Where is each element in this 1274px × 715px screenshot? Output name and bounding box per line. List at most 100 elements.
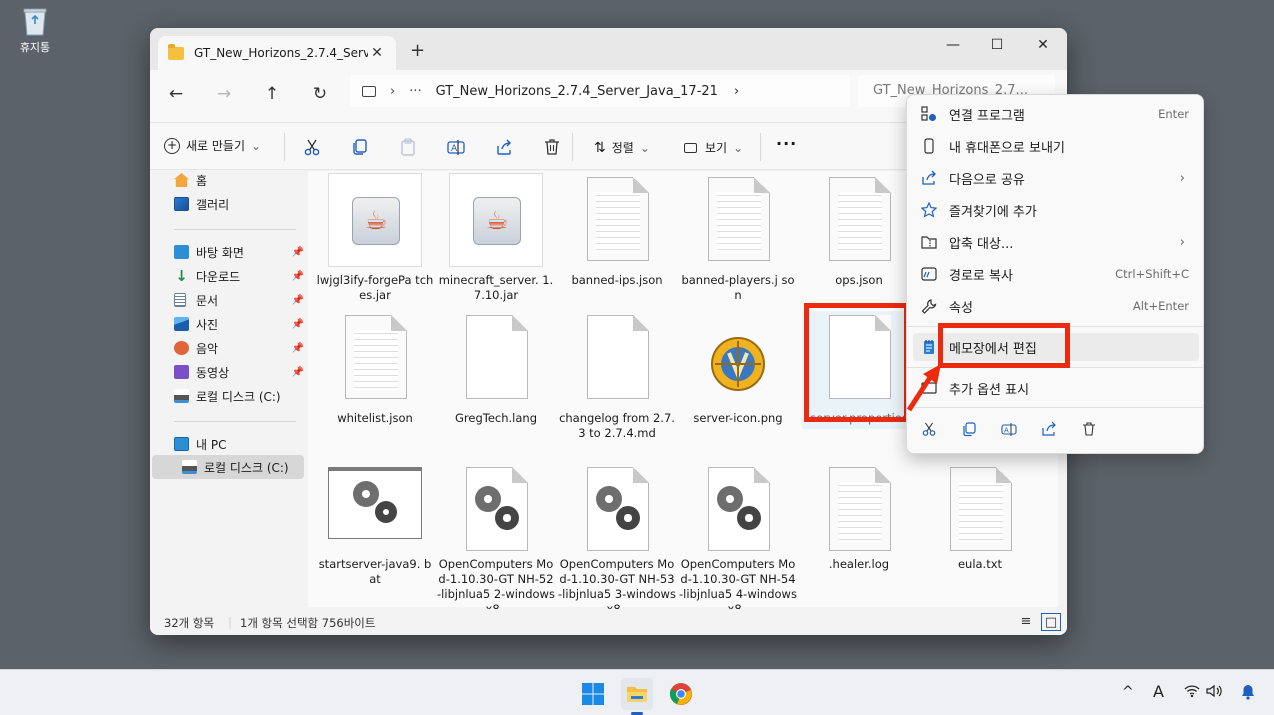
file-item[interactable]: OpenComputers Mod-1.10.30-GT NH-52-libjn… — [437, 467, 555, 617]
breadcrumb-current-folder[interactable]: GT_New_Horizons_2.7.4_Server_Java_17-21 — [436, 84, 718, 99]
copy-icon[interactable] — [350, 137, 370, 157]
paste-icon[interactable] — [398, 137, 418, 157]
rename-icon[interactable]: A — [446, 137, 466, 157]
copy-icon[interactable] — [961, 421, 977, 437]
file-item[interactable]: ops.json — [800, 173, 918, 288]
file-name: whitelist.json — [337, 411, 413, 425]
minimize-button[interactable]: — — [930, 32, 976, 58]
menu-item-add-favorites[interactable]: 즐겨찾기에 추가 — [913, 196, 1199, 224]
file-item[interactable]: ☕ minecraft_server. 1.7.10.jar — [437, 173, 555, 303]
notification-button[interactable] — [1241, 684, 1255, 704]
tab-close-button[interactable]: ✕ — [368, 45, 386, 61]
sidebar-item-gallery[interactable]: 갤러리 — [174, 193, 304, 215]
details-view-button[interactable]: ≡ — [1016, 613, 1036, 631]
sidebar-item-pictures[interactable]: 사진 📌 — [174, 313, 304, 335]
file-item[interactable]: .healer.log — [800, 467, 918, 572]
delete-icon[interactable] — [1081, 421, 1097, 437]
sidebar-item-desktop[interactable]: 바탕 화면 📌 — [174, 241, 304, 263]
menu-item-copy-path[interactable]: 경로로 복사 Ctrl+Shift+C — [913, 260, 1199, 288]
annotation-highlight-box — [938, 323, 1070, 368]
open-with-icon — [921, 106, 937, 122]
pin-icon[interactable]: 📌 — [292, 271, 304, 282]
recycle-bin-icon — [22, 6, 48, 36]
network-status-area[interactable] — [1184, 684, 1200, 702]
file-item[interactable]: changelog from 2.7.3 to 2.7.4.md — [558, 315, 676, 441]
file-item[interactable]: banned-players.j son — [679, 173, 797, 303]
pin-icon[interactable]: 📌 — [292, 319, 304, 330]
breadcrumb-ellipsis[interactable]: ··· — [409, 84, 421, 99]
close-window-button[interactable]: ✕ — [1020, 32, 1066, 58]
file-item[interactable]: banned-ips.json — [558, 173, 676, 288]
sidebar-item-videos[interactable]: 동영상 📌 — [174, 361, 304, 383]
rename-icon[interactable]: A — [1001, 421, 1017, 437]
sidebar-item-label: 내 PC — [196, 437, 227, 452]
menu-item-open-with[interactable]: 연결 프로그램 Enter — [913, 100, 1199, 128]
forward-button[interactable]: → — [212, 84, 236, 104]
menu-item-compress-to[interactable]: 압축 대상... › — [913, 228, 1199, 256]
file-item[interactable]: OpenComputers Mod-1.10.30-GT NH-53-libjn… — [558, 467, 676, 617]
refresh-button[interactable]: ↻ — [308, 84, 332, 104]
breadcrumb-chevron[interactable]: › — [390, 84, 395, 99]
sidebar-item-home[interactable]: 홈 — [174, 169, 304, 191]
sort-button[interactable]: ⇅ 정렬 ⌄ — [594, 139, 650, 156]
plus-icon: + — [164, 137, 180, 154]
pin-icon[interactable]: 📌 — [292, 295, 304, 306]
recycle-bin-desktop-icon[interactable]: 휴지통 — [12, 6, 58, 55]
view-button[interactable]: 보기 ⌄ — [684, 139, 743, 156]
shortcut-label: Enter — [1158, 107, 1189, 121]
maximize-button[interactable]: ☐ — [974, 32, 1020, 58]
start-button[interactable] — [577, 678, 609, 710]
delete-icon[interactable] — [542, 137, 562, 157]
file-name: eula.txt — [957, 557, 1003, 571]
text-file-icon — [921, 463, 1039, 559]
sidebar-item-local-disk-pinned[interactable]: 로컬 디스크 (C:) — [174, 385, 304, 407]
share-icon — [921, 170, 937, 186]
dll-icon — [558, 463, 676, 559]
sidebar-item-local-disk[interactable]: 로컬 디스크 (C:) — [182, 456, 312, 478]
context-menu: 연결 프로그램 Enter 내 휴대폰으로 보내기 다음으로 공유 › 즐겨찾기… — [906, 94, 1204, 454]
menu-item-more-options[interactable]: 추가 옵션 표시 — [913, 374, 1199, 402]
sidebar-item-downloads[interactable]: ↓ 다운로드 📌 — [174, 265, 304, 287]
file-item[interactable]: whitelist.json — [316, 315, 434, 426]
phone-icon — [921, 138, 937, 154]
menu-item-share-with[interactable]: 다음으로 공유 › — [913, 164, 1199, 192]
input-method-indicator[interactable]: A — [1153, 682, 1164, 701]
file-explorer-taskbar-button[interactable] — [621, 678, 653, 715]
blank-file-icon — [437, 311, 555, 407]
show-hidden-icons-button[interactable]: ^ — [1122, 684, 1134, 700]
new-button[interactable]: + 새로 만들기 ⌄ — [164, 137, 261, 154]
file-item[interactable]: OpenComputers Mod-1.10.30-GT NH-54-libjn… — [679, 467, 797, 617]
menu-item-properties[interactable]: 속성 Alt+Enter — [913, 292, 1199, 320]
address-bar[interactable]: › ··· GT_New_Horizons_2.7.4_Server_Java_… — [350, 75, 850, 107]
new-tab-button[interactable]: + — [410, 40, 425, 61]
volume-button[interactable] — [1206, 684, 1224, 702]
up-button[interactable]: ↑ — [260, 84, 284, 104]
breadcrumb-end-chevron[interactable]: › — [734, 84, 739, 99]
menu-item-label: 추가 옵션 표시 — [949, 382, 1030, 398]
cut-icon[interactable] — [302, 137, 322, 157]
file-item[interactable]: startserver-java9. bat — [316, 467, 434, 587]
share-icon[interactable] — [494, 137, 514, 157]
file-item[interactable]: eula.txt — [921, 467, 1039, 572]
recycle-bin-label: 휴지통 — [19, 41, 51, 54]
sidebar-item-this-pc[interactable]: 내 PC — [174, 433, 304, 455]
file-item[interactable]: server-icon.png — [679, 337, 797, 426]
share-icon[interactable] — [1041, 421, 1057, 437]
sidebar-item-documents[interactable]: 문서 📌 — [174, 289, 304, 311]
cut-icon[interactable] — [921, 421, 937, 437]
pin-icon[interactable]: 📌 — [292, 247, 304, 258]
sidebar-item-music[interactable]: 음악 📌 — [174, 337, 304, 359]
chrome-taskbar-button[interactable] — [665, 678, 697, 710]
menu-item-send-to-phone[interactable]: 내 휴대폰으로 보내기 — [913, 132, 1199, 160]
file-item[interactable]: ☕ lwjgl3ify-forgePa tches.jar — [316, 173, 434, 303]
explorer-tab[interactable]: GT_New_Horizons_2.7.4_Serv ✕ — [158, 36, 396, 70]
large-icons-view-button[interactable]: □ — [1041, 613, 1061, 631]
pin-icon[interactable]: 📌 — [292, 343, 304, 354]
more-options-button[interactable]: ··· — [776, 134, 797, 153]
selection-info: 1개 항목 선택함 756바이트 — [240, 616, 376, 630]
pin-icon[interactable]: 📌 — [292, 367, 304, 378]
file-item[interactable]: GregTech.lang — [437, 315, 555, 426]
item-count: 32개 항목 — [164, 616, 215, 630]
back-button[interactable]: ← — [164, 84, 188, 104]
view-label: 보기 — [705, 141, 728, 155]
